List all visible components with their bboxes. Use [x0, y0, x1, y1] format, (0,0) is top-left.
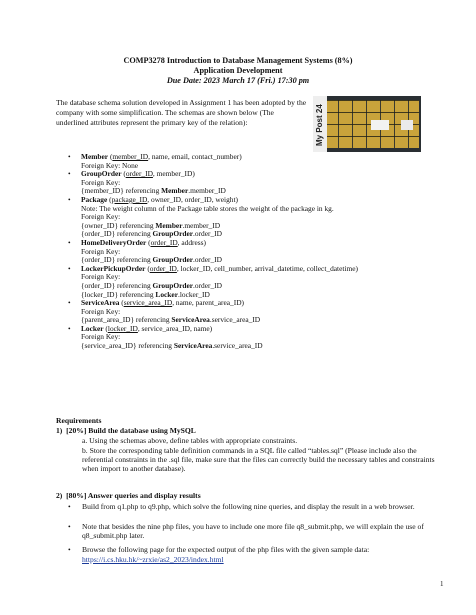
- page-number: 1: [440, 580, 444, 588]
- requirements-heading: Requirements: [56, 416, 102, 425]
- intro-paragraph: The database schema solution developed i…: [56, 98, 307, 127]
- assignment-subtitle: Application Development: [193, 66, 283, 75]
- course-title: COMP3278 Introduction to Database Manage…: [123, 56, 353, 65]
- expected-output-link[interactable]: https://i.cs.hku.hk/~zrxie/as2_2023/inde…: [82, 555, 224, 564]
- requirement-1-title: 1) [20%] Build the database using MySQL: [56, 426, 196, 435]
- locker-sign: My Post 24: [313, 96, 327, 152]
- list-item: • Note that besides the nine php files, y…: [68, 522, 424, 541]
- document-page: COMP3278 Introduction to Database Manage…: [0, 0, 476, 615]
- locker-photo: My Post 24: [313, 96, 421, 152]
- requirement-2-title: 2) [80%] Answer queries and display resu…: [56, 491, 201, 500]
- due-date: Due Date: 2023 March 17 (Fri.) 17:30 pm: [166, 76, 310, 85]
- schema-list: • Member (member_ID, name, email, contact…: [68, 152, 358, 351]
- requirement-1b: b. Store the corresponding table definit…: [82, 446, 435, 474]
- list-item: • Build from q1.php to q9.php, which solv…: [68, 502, 415, 511]
- list-item: • Browse the following page for the expec…: [68, 545, 370, 554]
- requirement-1a: a. Using the schemas above, define table…: [82, 436, 298, 445]
